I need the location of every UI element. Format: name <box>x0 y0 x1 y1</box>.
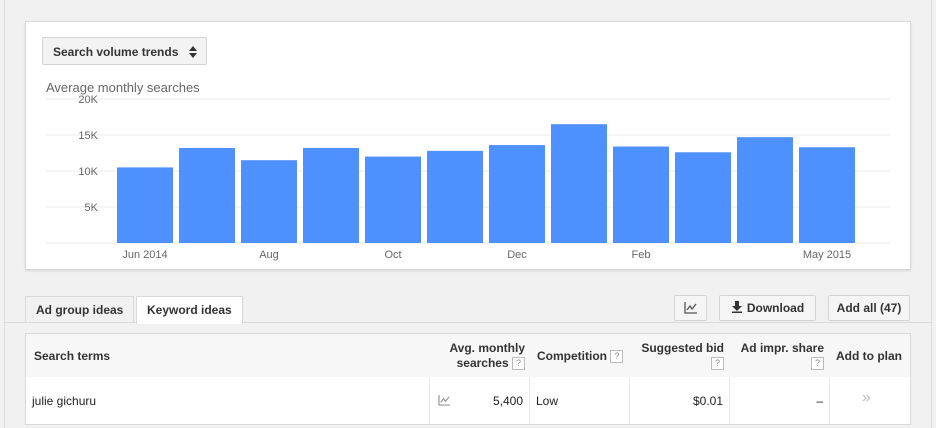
header-ad-impr-share-label: Ad impr. share <box>740 341 824 355</box>
x-tick-label: Aug <box>259 249 279 261</box>
avg-monthly-searches-cell: 5,400 <box>492 394 523 408</box>
add-to-plan-button[interactable]: » <box>862 389 871 407</box>
header-ad-impr-share[interactable]: Ad impr. share ? <box>730 341 824 371</box>
download-label: Download <box>746 301 805 315</box>
line-chart-icon[interactable] <box>438 395 451 406</box>
chart-card: Search volume trends Average monthly sea… <box>25 21 911 270</box>
add-all-label: Add all (47) <box>836 301 902 315</box>
y-tick-label: 5K <box>85 202 99 214</box>
header-avg-line1: Avg. monthly <box>449 341 525 355</box>
bar <box>427 150 483 243</box>
x-tick-label: Dec <box>507 249 527 261</box>
keyword-table: Search terms Avg. monthly searches ? Com… <box>25 333 911 425</box>
tab-label: Ad group ideas <box>36 303 124 317</box>
column-divider <box>529 377 530 424</box>
x-tick-label: Oct <box>384 249 401 261</box>
x-tick-label: May 2015 <box>803 249 851 261</box>
table-row[interactable]: julie gichuru 5,400 Low $0.01 – » <box>26 377 910 424</box>
header-avg-monthly-searches[interactable]: Avg. monthly searches ? <box>431 341 525 371</box>
column-divider <box>629 377 630 424</box>
bar <box>613 146 669 243</box>
header-competition[interactable]: Competition ? <box>537 349 624 364</box>
tab-label: Keyword ideas <box>147 303 232 317</box>
tab-ad-group-ideas[interactable]: Ad group ideas <box>25 296 135 323</box>
bar <box>551 124 607 243</box>
tab-keyword-ideas[interactable]: Keyword ideas <box>136 296 243 324</box>
bar <box>365 156 421 243</box>
bar <box>799 147 855 243</box>
add-all-button[interactable]: Add all (47) <box>828 295 910 321</box>
help-icon[interactable]: ? <box>610 350 624 364</box>
table-header-row: Search terms Avg. monthly searches ? Com… <box>26 334 910 378</box>
header-search-terms[interactable]: Search terms <box>34 349 110 363</box>
x-tick-label: Feb <box>632 249 651 261</box>
bar <box>179 147 235 243</box>
header-suggested-bid-label: Suggested bid <box>641 341 724 355</box>
y-tick-label: 20K <box>78 94 98 106</box>
column-divider <box>729 377 730 424</box>
ad-impr-share-cell: – <box>816 394 823 408</box>
help-icon[interactable]: ? <box>512 357 525 371</box>
download-icon <box>731 301 742 313</box>
bar <box>489 145 545 243</box>
column-divider <box>429 377 430 424</box>
y-tick-label: 10K <box>78 166 98 178</box>
bar <box>117 167 173 243</box>
x-tick-label: Jun 2014 <box>122 249 167 261</box>
header-suggested-bid[interactable]: Suggested bid ? <box>630 341 724 371</box>
line-chart-icon <box>683 302 697 314</box>
column-divider <box>829 377 830 424</box>
suggested-bid-cell: $0.01 <box>692 394 723 408</box>
help-icon[interactable]: ? <box>711 357 724 371</box>
bar <box>737 137 793 243</box>
header-avg-line2: searches <box>456 356 509 370</box>
bar-chart: 5K 10K 15K 20K Jun 2014 Aug Oct Dec Feb May 2015 <box>46 94 890 261</box>
help-icon[interactable]: ? <box>811 357 824 371</box>
bar <box>303 147 359 243</box>
header-competition-label: Competition <box>537 349 607 363</box>
download-button[interactable]: Download <box>719 295 816 321</box>
bar <box>241 160 297 243</box>
chart-toggle-button[interactable] <box>674 295 707 321</box>
y-tick-label: 15K <box>78 130 98 142</box>
competition-cell: Low <box>536 394 559 408</box>
search-term-cell: julie gichuru <box>32 394 97 408</box>
header-add-to-plan: Add to plan <box>836 349 902 363</box>
bar <box>675 152 731 243</box>
